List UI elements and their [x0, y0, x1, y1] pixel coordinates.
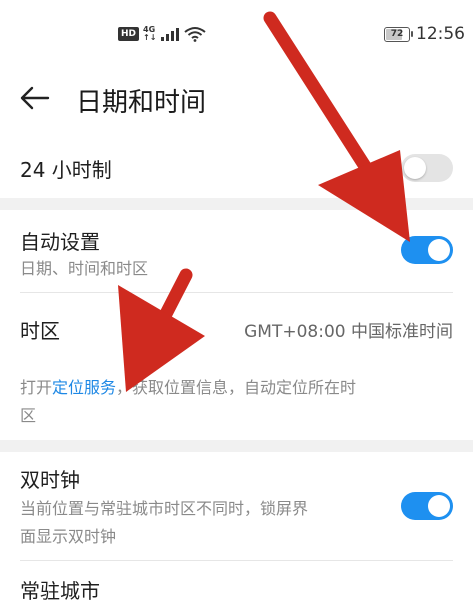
- section-divider: [0, 440, 473, 452]
- status-bar: HD 4G ↑↓ 72 12:56: [0, 0, 473, 60]
- signal-icon: [161, 28, 180, 41]
- status-icons: HD 4G ↑↓: [118, 26, 207, 42]
- timezone-hint: 打开定位服务，获取位置信息，自动定位所在时: [20, 375, 356, 401]
- setting-auto-set-subtitle: 日期、时间和时区: [20, 259, 149, 278]
- dual-clock-subtitle-line2: 面显示双时钟: [20, 527, 117, 546]
- app-header: 日期和时间: [0, 70, 473, 126]
- setting-timezone-label: 时区: [20, 319, 60, 343]
- toggle-24-hour[interactable]: [401, 154, 453, 182]
- back-arrow-icon[interactable]: [18, 82, 50, 114]
- setting-dual-clock[interactable]: 双时钟 当前位置与常驻城市时区不同时，锁屏界 面显示双时钟: [0, 452, 473, 556]
- timezone-hint-suffix: ，获取位置信息，自动定位所在时: [116, 378, 357, 397]
- network-type: 4G ↑↓: [143, 26, 156, 42]
- section-divider: [0, 198, 473, 210]
- dual-clock-subtitle-line1: 当前位置与常驻城市时区不同时，锁屏界: [20, 499, 309, 518]
- toggle-knob: [428, 495, 450, 517]
- setting-auto-set-label: 自动设置: [20, 230, 100, 254]
- toggle-knob: [428, 239, 450, 261]
- status-right: 72 12:56: [384, 24, 465, 44]
- battery-icon: 72: [384, 26, 413, 42]
- setting-24-hour-label: 24 小时制: [20, 158, 112, 182]
- clock: 12:56: [416, 24, 465, 44]
- setting-dual-clock-label: 双时钟: [20, 468, 80, 492]
- wifi-icon: [184, 27, 207, 42]
- page-title: 日期和时间: [76, 88, 207, 118]
- setting-24-hour[interactable]: 24 小时制: [0, 140, 473, 196]
- toggle-knob: [404, 157, 426, 179]
- location-service-link[interactable]: 定位服务: [52, 378, 116, 397]
- hd-badge: HD: [118, 27, 140, 41]
- setting-auto-set[interactable]: 自动设置 日期、时间和时区: [0, 210, 473, 290]
- battery-level: 72: [390, 29, 404, 39]
- timezone-hint-prefix: 打开: [20, 378, 53, 397]
- setting-timezone[interactable]: 时区 GMT+08:00 中国标准时间 打开定位服务，获取位置信息，自动定位所在…: [0, 293, 473, 431]
- toggle-dual-clock[interactable]: [401, 492, 453, 520]
- toggle-auto-set[interactable]: [401, 236, 453, 264]
- network-activity: ↑↓: [143, 33, 157, 42]
- timezone-hint-line2: 区: [20, 406, 37, 425]
- setting-home-city[interactable]: 常驻城市: [0, 561, 473, 605]
- setting-home-city-label: 常驻城市: [20, 579, 100, 603]
- timezone-value: GMT+08:00 中国标准时间: [244, 322, 453, 342]
